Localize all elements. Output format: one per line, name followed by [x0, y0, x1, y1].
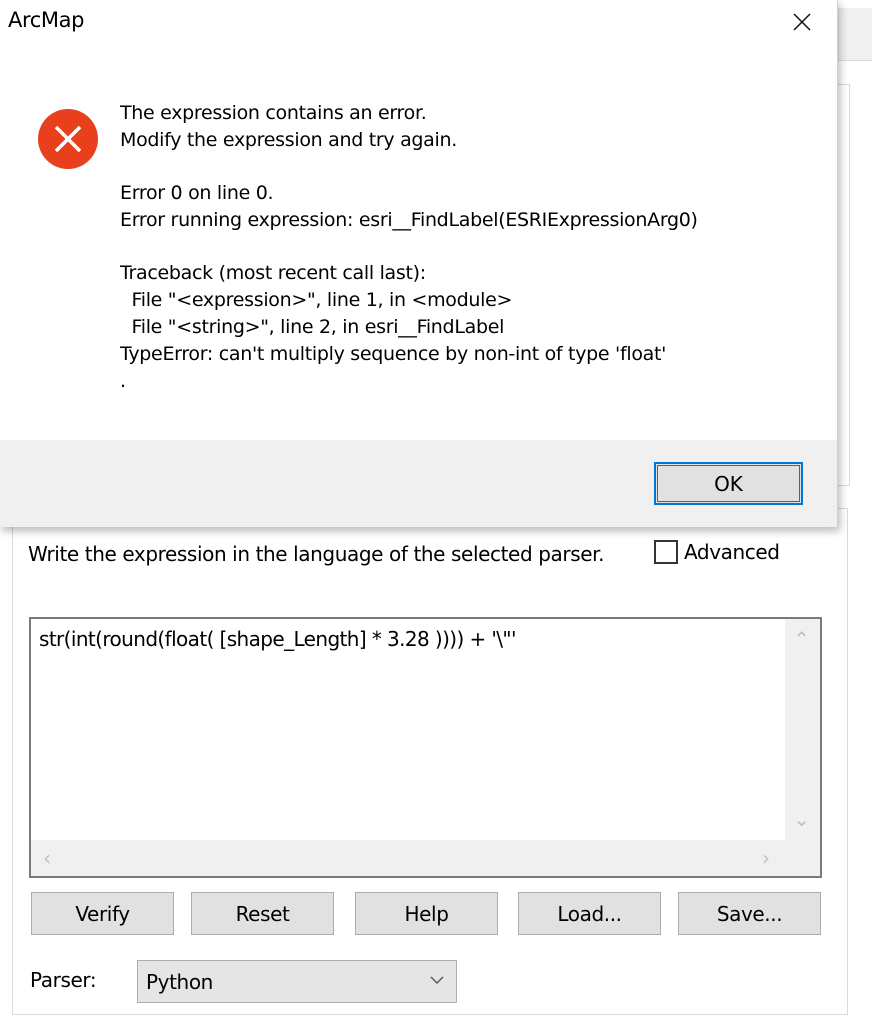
- scroll-up-icon[interactable]: ⌃: [793, 629, 810, 649]
- advanced-checkbox[interactable]: [654, 540, 678, 564]
- expression-hint: Write the expression in the language of …: [28, 542, 605, 566]
- message-line: Error 0 on line 0.: [120, 182, 274, 204]
- message-line: [120, 154, 698, 180]
- advanced-option[interactable]: Advanced: [654, 540, 780, 564]
- message-line: File "<expression>", line 1, in <module>: [120, 289, 513, 311]
- scroll-left-icon[interactable]: ‹: [43, 848, 51, 868]
- close-icon: [793, 13, 811, 31]
- error-message: The expression contains an error. Modify…: [120, 100, 698, 395]
- dialog-title: ArcMap: [8, 8, 85, 32]
- load-button[interactable]: Load...: [518, 892, 661, 935]
- message-line: File "<string>", line 2, in esri__FindLa…: [120, 316, 505, 338]
- help-button[interactable]: Help: [355, 892, 498, 935]
- save-button[interactable]: Save...: [678, 892, 821, 935]
- message-line: Modify the expression and try again.: [120, 129, 457, 151]
- parser-value: Python: [146, 970, 213, 994]
- message-line: The expression contains an error.: [120, 102, 427, 124]
- reset-button[interactable]: Reset: [191, 892, 334, 935]
- advanced-label: Advanced: [684, 540, 780, 564]
- message-line: TypeError: can't multiply sequence by no…: [120, 343, 667, 365]
- scroll-down-icon[interactable]: ⌄: [793, 809, 810, 829]
- error-icon: [38, 109, 98, 169]
- parser-label: Parser:: [30, 968, 97, 992]
- error-dialog: ArcMap The expression contains an error.…: [0, 0, 838, 527]
- dialog-footer: OK: [0, 440, 837, 527]
- message-line: Traceback (most recent call last):: [120, 262, 426, 284]
- close-button[interactable]: [786, 6, 818, 38]
- message-line: [120, 234, 698, 260]
- expression-textarea[interactable]: str(int(round(float( [shape_Length] * 3.…: [29, 617, 822, 878]
- message-line: .: [120, 370, 126, 392]
- verify-button[interactable]: Verify: [31, 892, 174, 935]
- horizontal-scrollbar[interactable]: ‹ ›: [31, 840, 820, 876]
- background-title-strip: [836, 8, 872, 61]
- chevron-down-icon: [430, 976, 444, 984]
- scroll-right-icon[interactable]: ›: [762, 848, 770, 868]
- vertical-scrollbar[interactable]: ⌃ ⌄: [785, 619, 820, 841]
- ok-button[interactable]: OK: [654, 462, 803, 505]
- message-line: Error running expression: esri__FindLabe…: [120, 209, 698, 231]
- expression-text[interactable]: str(int(round(float( [shape_Length] * 3.…: [39, 627, 516, 651]
- parser-select[interactable]: Python: [137, 960, 457, 1003]
